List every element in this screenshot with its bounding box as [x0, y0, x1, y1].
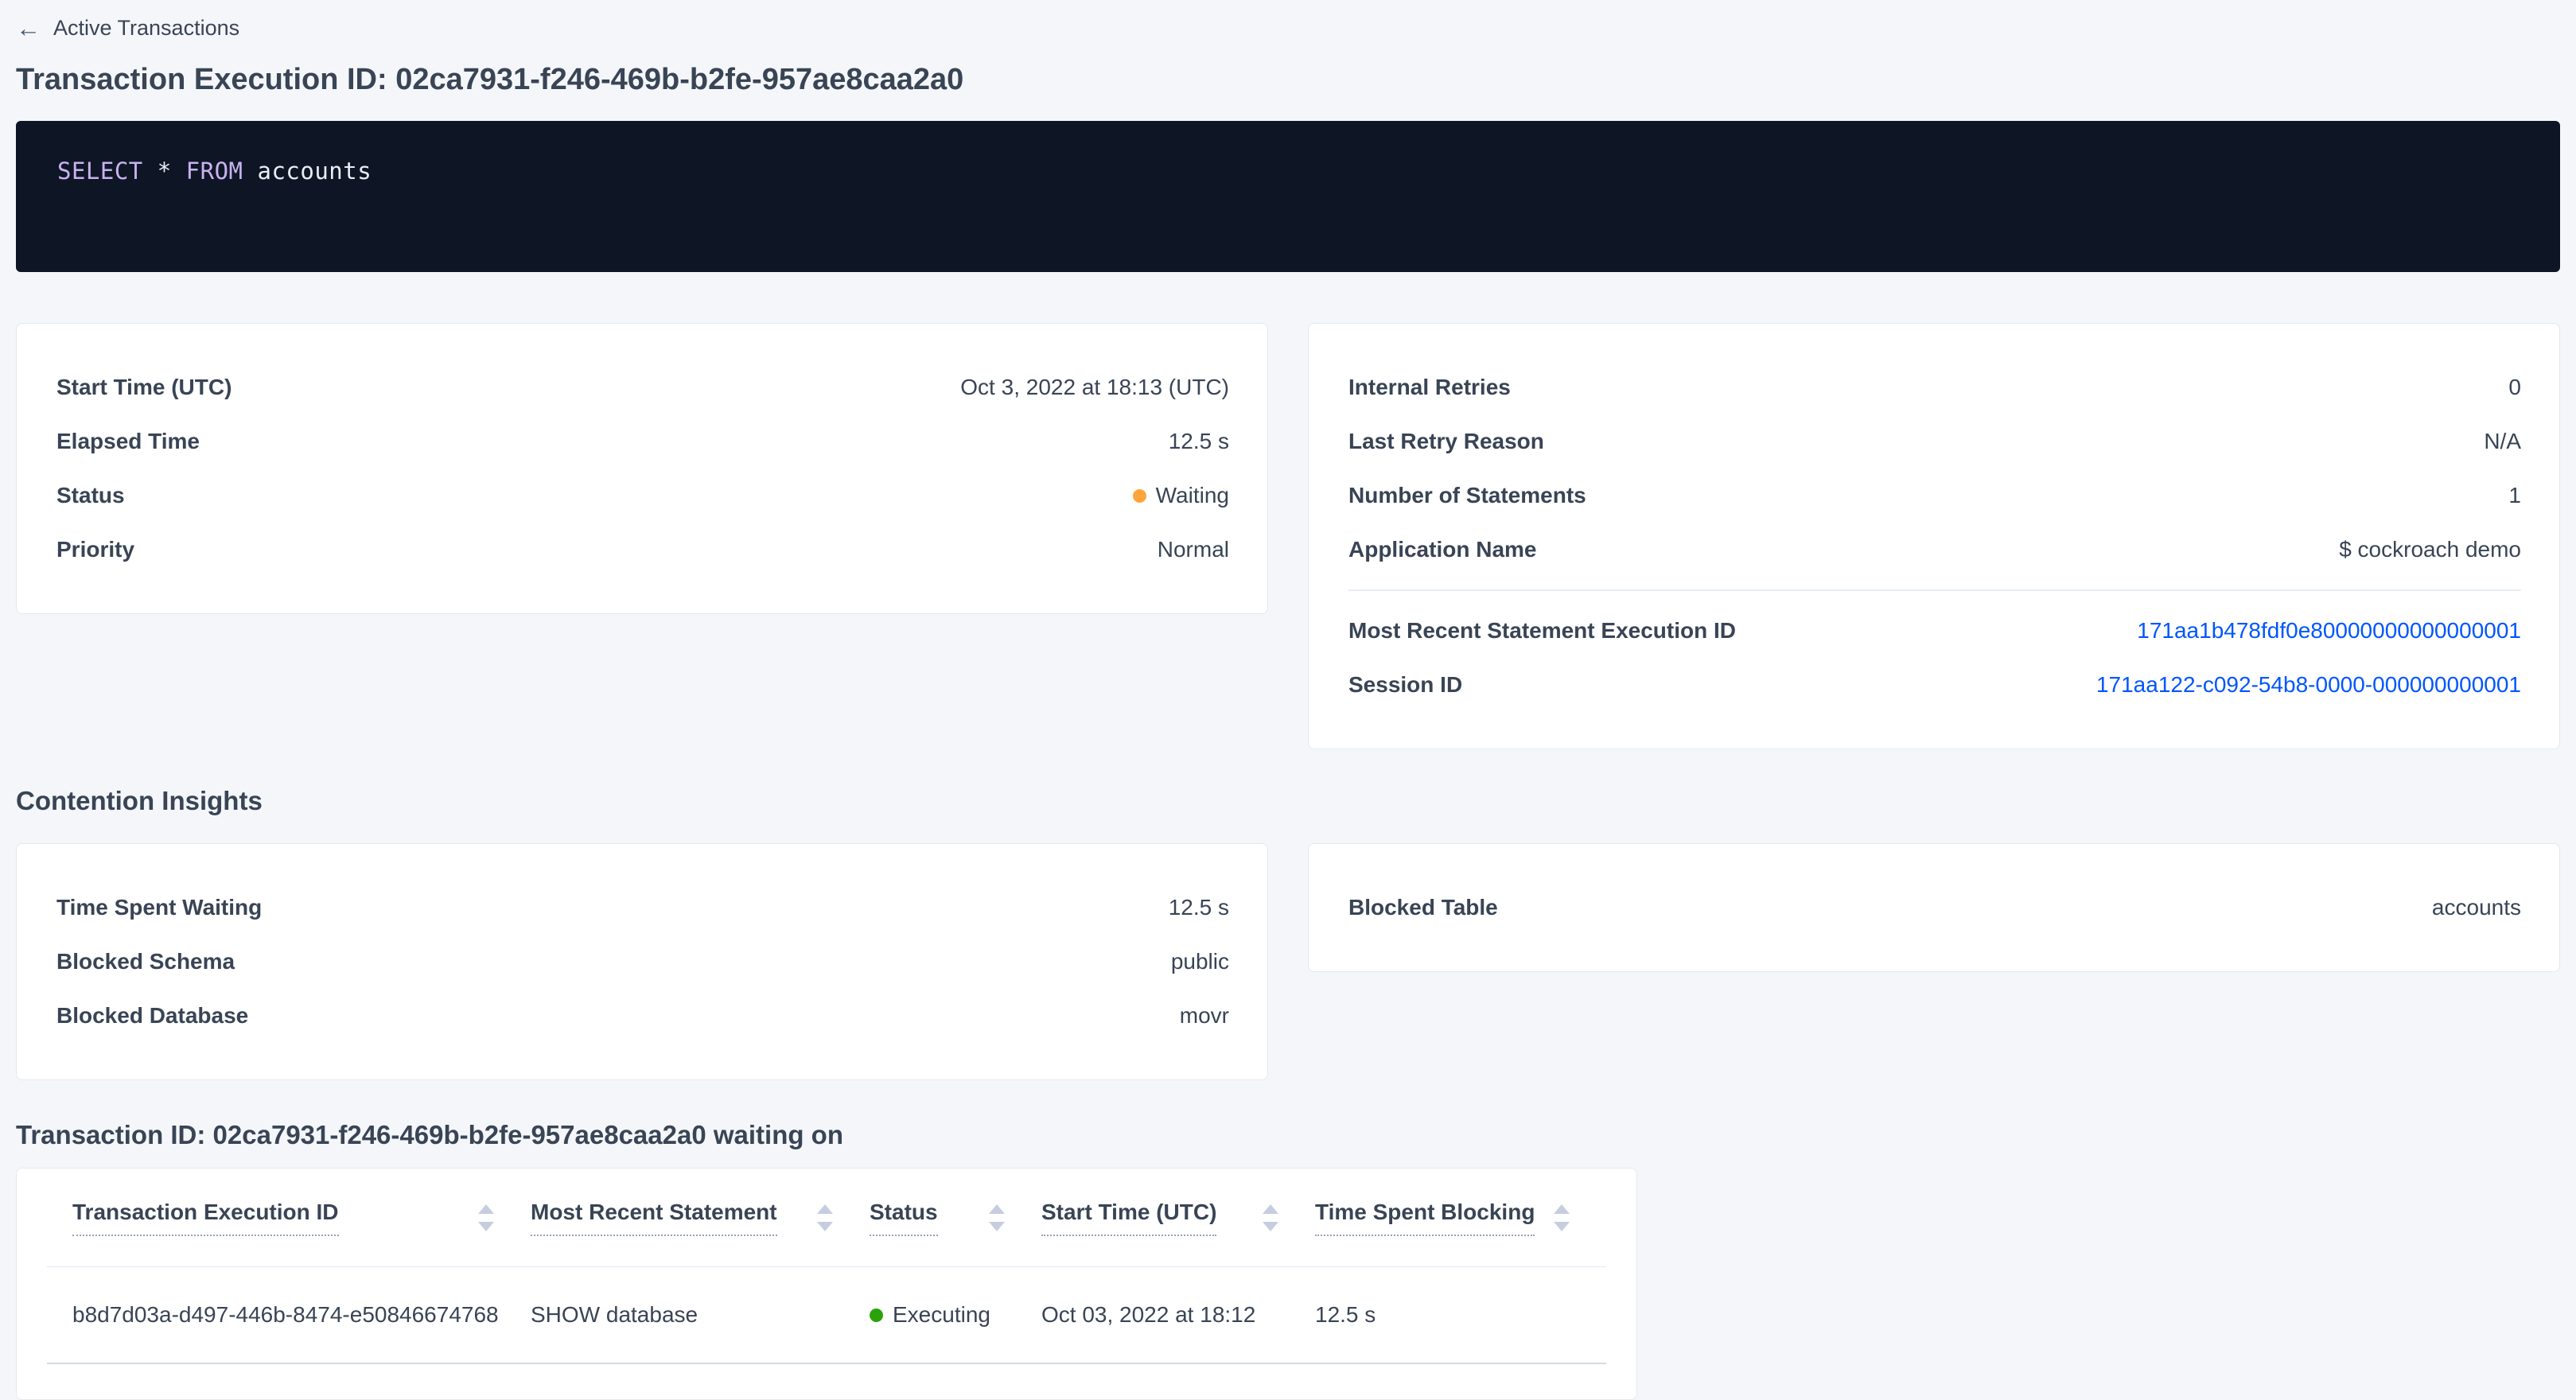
table-row: b8d7d03a-d497-446b-8474-e50846674768 SHO…: [47, 1267, 1606, 1364]
start-time-value: Oct 3, 2022 at 18:13 (UTC): [960, 375, 1229, 400]
sql-statement-box: SELECT * FROM accounts: [16, 121, 2560, 272]
last-retry-reason-label: Last Retry Reason: [1348, 429, 1544, 454]
blocked-table-label: Blocked Table: [1348, 895, 1498, 920]
sort-icon[interactable]: [1261, 1203, 1280, 1233]
elapsed-time-value: 12.5 s: [1169, 429, 1229, 454]
priority-label: Priority: [56, 537, 134, 562]
column-label-status: Status: [870, 1200, 938, 1236]
contention-cards-row: Time Spent Waiting 12.5 s Blocked Schema…: [16, 843, 2560, 1080]
sql-star-operator: *: [158, 158, 172, 185]
column-label-time-spent-blocking: Time Spent Blocking: [1315, 1200, 1535, 1236]
sql-statement: SELECT * FROM accounts: [57, 158, 372, 185]
internal-retries-label: Internal Retries: [1348, 375, 1511, 400]
contention-left-card: Time Spent Waiting 12.5 s Blocked Schema…: [16, 843, 1268, 1080]
sort-icon[interactable]: [477, 1203, 496, 1233]
cell-status: Executing: [870, 1302, 1041, 1328]
session-id-label: Session ID: [1348, 672, 1462, 698]
back-link-active-transactions[interactable]: ← Active Transactions: [16, 11, 239, 45]
summary-cards-row: Start Time (UTC) Oct 3, 2022 at 18:13 (U…: [16, 323, 2560, 749]
transaction-details-page: ← Active Transactions Transaction Execut…: [0, 0, 2576, 1400]
overview-row-start-time: Start Time (UTC) Oct 3, 2022 at 18:13 (U…: [56, 360, 1229, 414]
cell-most-recent-statement: SHOW database: [531, 1302, 870, 1328]
column-label-most-recent-statement: Most Recent Statement: [531, 1200, 777, 1236]
status-value: Waiting: [1133, 483, 1229, 508]
status-executing-dot-icon: [870, 1309, 883, 1322]
session-id-link[interactable]: 171aa122-c092-54b8-0000-000000000001: [2096, 672, 2521, 698]
column-label-start-time: Start Time (UTC): [1041, 1200, 1216, 1236]
sort-icon[interactable]: [815, 1203, 835, 1233]
column-header-start-time[interactable]: Start Time (UTC): [1041, 1200, 1315, 1236]
last-retry-reason-value: N/A: [2484, 429, 2521, 454]
status-label: Status: [56, 483, 125, 508]
column-label-transaction-execution-id: Transaction Execution ID: [72, 1200, 339, 1236]
details-card-divider: [1348, 589, 2521, 591]
start-time-label: Start Time (UTC): [56, 375, 232, 400]
details-row-application-name: Application Name $ cockroach demo: [1348, 523, 2521, 577]
blocked-database-label: Blocked Database: [56, 1003, 248, 1029]
contention-insights-heading: Contention Insights: [16, 786, 2560, 816]
priority-value: Normal: [1158, 537, 1229, 562]
application-name-label: Application Name: [1348, 537, 1536, 562]
sql-keyword-select: SELECT: [57, 158, 143, 185]
details-row-last-retry-reason: Last Retry Reason N/A: [1348, 414, 2521, 469]
internal-retries-value: 0: [2508, 375, 2521, 400]
sort-icon[interactable]: [1552, 1203, 1571, 1233]
page-title: Transaction Execution ID: 02ca7931-f246-…: [16, 63, 2560, 97]
blocked-table-value: accounts: [2432, 895, 2521, 920]
sql-keyword-from: FROM: [186, 158, 243, 185]
details-row-session-id: Session ID 171aa122-c092-54b8-0000-00000…: [1348, 658, 2521, 712]
waiting-on-table-card: Transaction Execution ID Most Recent Sta…: [16, 1168, 1637, 1400]
contention-row-time-spent-waiting: Time Spent Waiting 12.5 s: [56, 881, 1229, 935]
number-of-statements-value: 1: [2508, 483, 2521, 508]
time-spent-waiting-value: 12.5 s: [1169, 895, 1229, 920]
blocked-schema-label: Blocked Schema: [56, 949, 235, 974]
status-executing-text: Executing: [893, 1302, 990, 1328]
overview-row-elapsed-time: Elapsed Time 12.5 s: [56, 414, 1229, 469]
application-name-value: $ cockroach demo: [2339, 537, 2521, 562]
contention-row-blocked-database: Blocked Database movr: [56, 989, 1229, 1043]
back-arrow-icon: ←: [16, 16, 41, 41]
back-link-label: Active Transactions: [53, 16, 239, 41]
sql-table-name: accounts: [257, 158, 372, 185]
details-row-statement-execution-id: Most Recent Statement Execution ID 171aa…: [1348, 604, 2521, 658]
blocked-database-value: movr: [1180, 1003, 1229, 1029]
contention-row-blocked-schema: Blocked Schema public: [56, 935, 1229, 989]
sort-icon[interactable]: [987, 1203, 1006, 1233]
overview-row-priority: Priority Normal: [56, 523, 1229, 577]
number-of-statements-label: Number of Statements: [1348, 483, 1586, 508]
cell-transaction-execution-id: b8d7d03a-d497-446b-8474-e50846674768: [72, 1302, 531, 1328]
details-row-internal-retries: Internal Retries 0: [1348, 360, 2521, 414]
overview-row-status: Status Waiting: [56, 469, 1229, 523]
status-waiting-dot-icon: [1133, 489, 1146, 503]
statement-execution-id-link[interactable]: 171aa1b478fdf0e80000000000000001: [2137, 618, 2521, 644]
time-spent-waiting-label: Time Spent Waiting: [56, 895, 262, 920]
column-header-time-spent-blocking[interactable]: Time Spent Blocking: [1315, 1200, 1606, 1236]
cell-time-spent-blocking: 12.5 s: [1315, 1302, 1606, 1328]
details-row-number-of-statements: Number of Statements 1: [1348, 469, 2521, 523]
column-header-transaction-execution-id[interactable]: Transaction Execution ID: [72, 1200, 531, 1236]
contention-row-blocked-table: Blocked Table accounts: [1348, 881, 2521, 935]
contention-right-card: Blocked Table accounts: [1308, 843, 2560, 972]
column-header-status[interactable]: Status: [870, 1200, 1041, 1236]
statement-execution-id-label: Most Recent Statement Execution ID: [1348, 618, 1736, 644]
waiting-on-heading: Transaction ID: 02ca7931-f246-469b-b2fe-…: [16, 1120, 2560, 1150]
cell-start-time: Oct 03, 2022 at 18:12: [1041, 1302, 1315, 1328]
waiting-on-table: Transaction Execution ID Most Recent Sta…: [47, 1169, 1606, 1364]
column-header-most-recent-statement[interactable]: Most Recent Statement: [531, 1200, 870, 1236]
waiting-on-table-header: Transaction Execution ID Most Recent Sta…: [47, 1169, 1606, 1267]
details-card: Internal Retries 0 Last Retry Reason N/A…: [1308, 323, 2560, 749]
status-waiting-text: Waiting: [1156, 483, 1229, 508]
overview-card: Start Time (UTC) Oct 3, 2022 at 18:13 (U…: [16, 323, 1268, 614]
blocked-schema-value: public: [1171, 949, 1229, 974]
elapsed-time-label: Elapsed Time: [56, 429, 200, 454]
